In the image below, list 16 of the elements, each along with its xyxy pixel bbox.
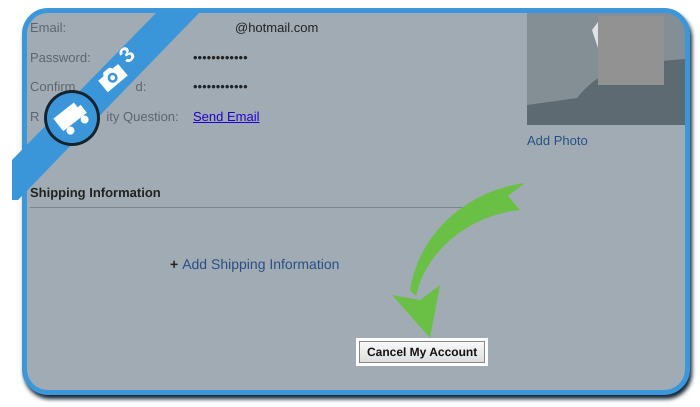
field-label: Password: [30, 48, 91, 66]
field-value: @hotmail.com [235, 20, 318, 35]
field-label: ity Question: [106, 108, 179, 126]
camera-icon [96, 62, 128, 92]
field-value: •••••••••••• [193, 79, 248, 94]
send-email-link[interactable]: Send Email [193, 108, 260, 124]
field-value: •••••••••••• [193, 50, 248, 64]
field-label: Confirm [30, 78, 76, 96]
cancel-account-button[interactable]: Cancel My Account [356, 338, 488, 366]
plus-icon: + [170, 254, 178, 274]
add-shipping-link[interactable]: Add Shipping Information [182, 254, 340, 274]
add-photo-link[interactable]: Add Photo [527, 131, 588, 150]
field-label: Email: [30, 19, 66, 37]
field-label: R [30, 108, 40, 126]
field-label: d: [136, 78, 146, 96]
step-number: 3 [115, 42, 140, 68]
